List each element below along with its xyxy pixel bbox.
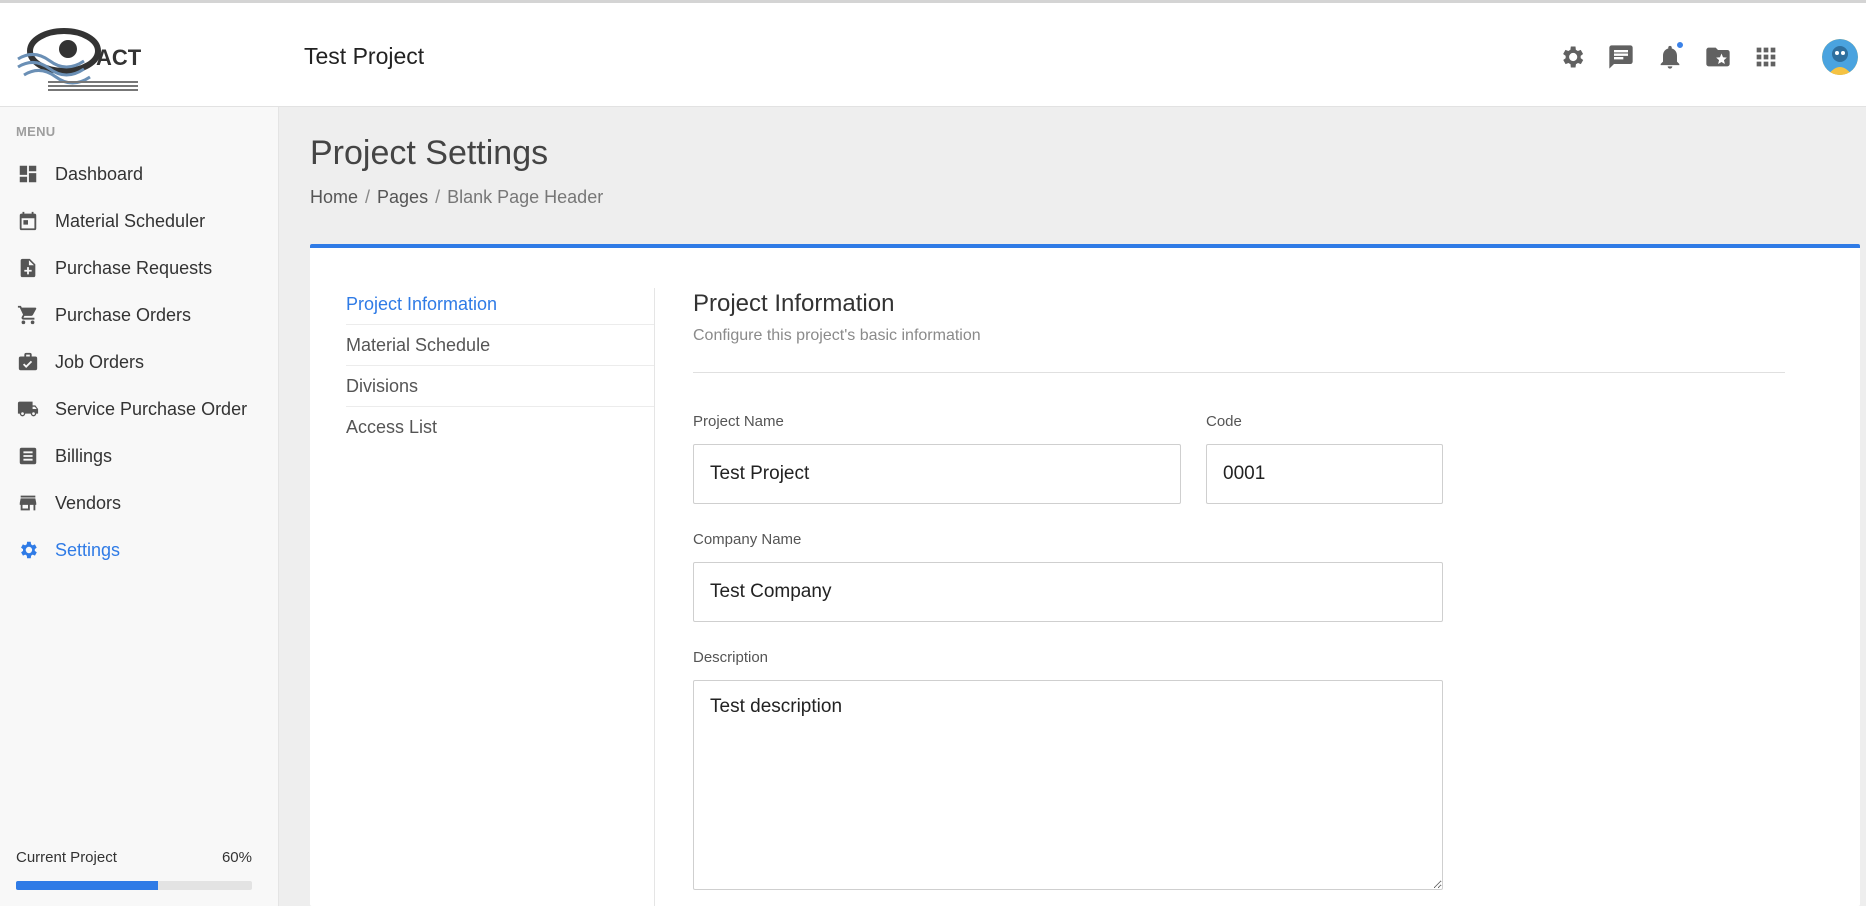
chat-icon[interactable] [1607, 43, 1635, 71]
current-project-percent: 60% [221, 849, 252, 866]
calendar-icon [17, 210, 39, 232]
page-title: Project Settings [310, 134, 549, 172]
sidebar-item-label: Job Orders [55, 351, 145, 372]
folder-star-icon[interactable] [1704, 43, 1732, 71]
sidebar-item-label: Purchase Orders [55, 304, 192, 325]
sidebar-item-label: Purchase Requests [55, 257, 213, 278]
sidebar: MENU Dashboard Material Scheduler Purcha… [0, 107, 279, 906]
settings-nav-access-list[interactable]: Access List [346, 407, 654, 448]
section-title: Project Information [693, 290, 895, 317]
sidebar-item-label: Material Scheduler [55, 210, 206, 231]
description-label: Description [693, 649, 769, 666]
description-textarea[interactable]: Test description [693, 680, 1443, 890]
gear-icon[interactable] [1558, 43, 1586, 71]
settings-nav: Project Information Material Schedule Di… [346, 284, 654, 448]
settings-nav-material-schedule[interactable]: Material Schedule [346, 325, 654, 366]
top-header: ACT Test Project [0, 0, 1866, 107]
sidebar-item-label: Billings [55, 445, 113, 466]
settings-nav-divisions[interactable]: Divisions [346, 366, 654, 407]
progress-bar-fill [16, 881, 158, 890]
sidebar-item-material-scheduler[interactable]: Material Scheduler [0, 201, 278, 241]
cart-icon [17, 304, 39, 326]
section-divider [693, 372, 1785, 373]
code-label: Code [1206, 413, 1242, 430]
breadcrumb-current: Blank Page Header [447, 187, 604, 207]
breadcrumb-pages[interactable]: Pages [377, 187, 428, 208]
bell-icon[interactable] [1656, 41, 1684, 71]
sidebar-item-purchase-requests[interactable]: Purchase Requests [0, 248, 278, 288]
truck-icon [17, 398, 39, 420]
menu-label: MENU [16, 124, 56, 139]
sidebar-item-label: Settings [55, 539, 121, 560]
breadcrumb-separator: / [365, 187, 371, 207]
user-avatar[interactable] [1822, 39, 1858, 75]
sidebar-item-label: Vendors [55, 492, 122, 513]
project-name-label: Project Name [693, 413, 784, 430]
gear-icon [17, 539, 39, 561]
sidebar-item-settings[interactable]: Settings [0, 530, 278, 570]
current-project-label: Current Project [16, 849, 117, 866]
sidebar-item-billings[interactable]: Billings [0, 436, 278, 476]
file-plus-icon [17, 257, 39, 279]
receipt-icon [17, 445, 39, 467]
settings-card: Project Information Material Schedule Di… [310, 244, 1860, 906]
logo-wordmark: ACT [96, 45, 142, 70]
notification-dot [1676, 41, 1684, 49]
breadcrumb: Home / Pages / Blank Page Header [310, 187, 603, 208]
dashboard-icon [17, 163, 39, 185]
company-logo[interactable]: ACT [14, 19, 144, 95]
company-name-input[interactable] [693, 562, 1443, 622]
settings-nav-project-information[interactable]: Project Information [346, 284, 654, 325]
section-subtitle: Configure this project's basic informati… [693, 327, 981, 344]
code-input[interactable] [1206, 444, 1443, 504]
sidebar-item-vendors[interactable]: Vendors [0, 483, 278, 523]
project-name-input[interactable] [693, 444, 1181, 504]
progress-bar [16, 881, 252, 890]
sidebar-item-label: Service Purchase Order [55, 398, 248, 419]
sidebar-item-service-purchase-order[interactable]: Service Purchase Order [0, 389, 278, 429]
company-name-label: Company Name [693, 531, 802, 548]
apps-grid-icon[interactable] [1752, 43, 1780, 71]
store-icon [17, 492, 39, 514]
vertical-divider [654, 288, 655, 906]
breadcrumb-home[interactable]: Home [310, 187, 358, 208]
sidebar-item-job-orders[interactable]: Job Orders [0, 342, 278, 382]
sidebar-item-label: Dashboard [55, 163, 144, 184]
briefcase-check-icon [17, 351, 39, 373]
sidebar-item-dashboard[interactable]: Dashboard [0, 154, 278, 194]
current-project-progress: Current Project 60% [16, 849, 252, 890]
sidebar-item-purchase-orders[interactable]: Purchase Orders [0, 295, 278, 335]
breadcrumb-separator: / [435, 187, 441, 207]
header-project-title: Test Project [304, 43, 425, 69]
